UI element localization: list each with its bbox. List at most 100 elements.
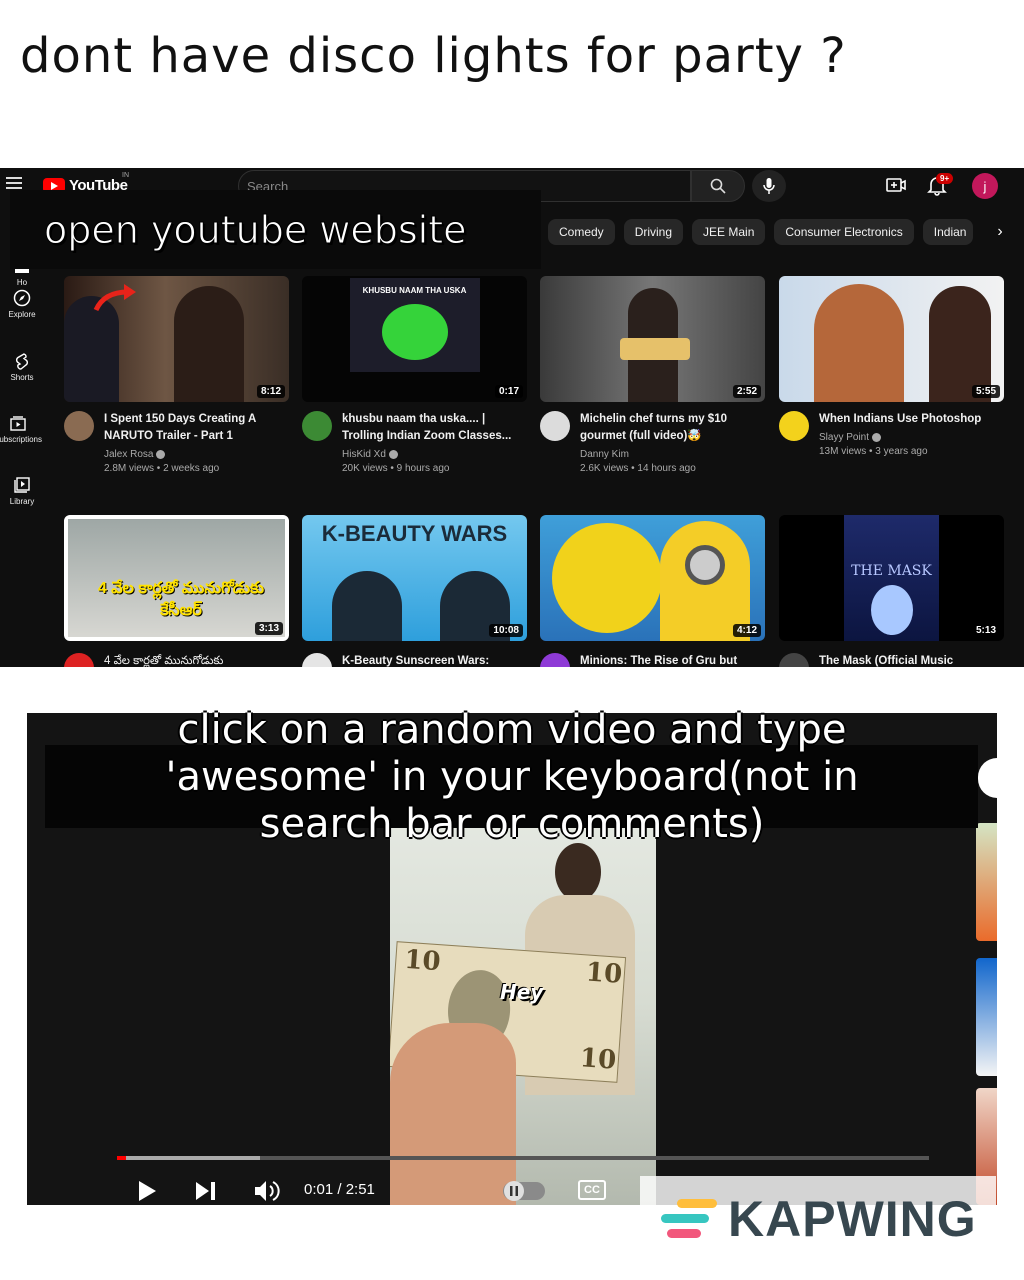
video-thumbnail[interactable]: KHUSBU NAAM THA USKA 0:17	[302, 276, 527, 402]
region-code: IN	[122, 172, 129, 179]
mask-graphic	[871, 585, 913, 635]
sidebar-label-explore: Explore	[8, 310, 36, 319]
compass-icon	[13, 289, 31, 307]
related-thumbnail[interactable]	[976, 958, 997, 1076]
video-card[interactable]: 4:12 Minions: The Rise of Gru but	[540, 515, 765, 667]
video-duration: 5:13	[971, 624, 1000, 637]
video-stats: 13M views • 3 years ago	[819, 446, 928, 457]
video-thumbnail[interactable]: 8:12	[64, 276, 289, 402]
channel-avatar[interactable]	[64, 411, 94, 441]
chip-consumer-electronics[interactable]: Consumer Electronics	[774, 219, 914, 245]
volume-icon[interactable]	[253, 1179, 281, 1203]
progress-bar[interactable]	[117, 1156, 929, 1160]
pause-icon	[510, 1186, 518, 1196]
captions-button[interactable]: CC	[578, 1180, 606, 1200]
step1-caption-box: open youtube website	[10, 190, 541, 269]
sidebar-item-library[interactable]: Library	[0, 476, 44, 506]
channel-name[interactable]: Danny Kim	[580, 449, 629, 460]
video-title[interactable]: 4 వేల కార్లతో మునుగోడుకు	[104, 653, 289, 667]
sidebar-item-explore[interactable]: Explore	[0, 289, 44, 319]
verified-icon	[388, 449, 398, 459]
verified-icon	[156, 449, 166, 459]
video-thumbnail[interactable]: 4:12	[540, 515, 765, 641]
next-video-icon[interactable]	[194, 1181, 218, 1201]
video-title[interactable]: khusbu naam tha uska.... | Trolling Indi…	[342, 411, 527, 445]
video-duration: 3:13	[254, 622, 283, 635]
sidebar-item-subscriptions[interactable]: Subscriptions	[0, 414, 48, 444]
channel-avatar[interactable]	[540, 653, 570, 667]
video-title[interactable]: When Indians Use Photoshop	[819, 411, 1004, 428]
autoplay-toggle-knob[interactable]	[504, 1181, 524, 1201]
person-graphic	[174, 286, 244, 402]
chip-indian[interactable]: Indian	[922, 219, 973, 245]
thumbnail-caption: THE MASK	[851, 563, 932, 579]
video-card[interactable]: K-BEAUTY WARS 10:08 K-Beauty Sunscreen W…	[302, 515, 527, 667]
minion-goggle-graphic	[685, 545, 725, 585]
red-arrow-icon	[93, 284, 136, 312]
channel-avatar[interactable]	[779, 653, 809, 667]
meme-title: dont have disco lights for party ?	[20, 28, 847, 84]
shorts-icon	[16, 353, 28, 370]
filter-chips: Comedy Driving JEE Main Consumer Electro…	[548, 219, 973, 245]
thumbnail-caption: K-BEAUTY WARS	[321, 521, 508, 546]
channel-avatar[interactable]	[540, 411, 570, 441]
channel-name[interactable]: Slayy Point	[819, 432, 869, 443]
video-duration: 4:12	[732, 624, 761, 637]
video-card[interactable]: 5:55 When Indians Use Photoshop Slayy Po…	[779, 276, 1004, 457]
muscular-man-graphic	[814, 284, 904, 402]
time-display: 0:01 / 2:51	[304, 1181, 375, 1198]
sidebar-item-shorts[interactable]: Shorts	[0, 352, 44, 382]
video-title[interactable]: K-Beauty Sunscreen Wars:	[342, 653, 527, 667]
play-icon[interactable]	[136, 1180, 158, 1202]
video-title[interactable]: The Mask (Official Music	[819, 653, 1004, 667]
video-thumbnail[interactable]: 4 వేల కార్లతో మునుగోడుకు కేసీఆర్ 3:13	[64, 515, 289, 641]
sidebar-label-subscriptions: Subscriptions	[0, 435, 43, 444]
search-button[interactable]	[691, 170, 745, 202]
chip-jee-main[interactable]: JEE Main	[692, 219, 766, 245]
voice-search-button[interactable]	[752, 170, 786, 202]
channel-avatar[interactable]	[302, 653, 332, 667]
channel-avatar[interactable]	[64, 653, 94, 667]
video-card[interactable]: 2:52 Michelin chef turns my $10 gourmet …	[540, 276, 765, 474]
menu-icon[interactable]	[6, 177, 22, 191]
video-title[interactable]: Minions: The Rise of Gru but	[580, 653, 765, 667]
video-title[interactable]: Michelin chef turns my $10 gourmet (full…	[580, 411, 765, 445]
video-thumbnail[interactable]: THE MASK 5:13	[779, 515, 1004, 641]
channel-avatar[interactable]	[779, 411, 809, 441]
video-duration: 0:17	[494, 385, 523, 398]
verified-icon	[872, 432, 882, 442]
account-avatar[interactable]: j	[972, 173, 998, 199]
video-title[interactable]: I Spent 150 Days Creating A NARUTO Trail…	[104, 411, 289, 445]
food-plate-graphic	[620, 338, 690, 360]
channel-name[interactable]: Jalex Rosa	[104, 449, 153, 460]
video-card[interactable]: KHUSBU NAAM THA USKA 0:17 khusbu naam th…	[302, 276, 527, 474]
video-thumbnail[interactable]: K-BEAUTY WARS 10:08	[302, 515, 527, 641]
video-card[interactable]: 8:12 I Spent 150 Days Creating A NARUTO …	[64, 276, 289, 474]
video-stats: 2.6K views • 14 hours ago	[580, 463, 696, 474]
channel-avatar[interactable]	[302, 411, 332, 441]
video-thumbnail[interactable]: 5:55	[779, 276, 1004, 402]
chevron-right-icon[interactable]: ›	[990, 223, 1010, 243]
notification-badge: 9+	[936, 173, 954, 184]
kapwing-logo-icon	[661, 1199, 717, 1238]
video-card[interactable]: 4 వేల కార్లతో మునుగోడుకు కేసీఆర్ 3:13 4 …	[64, 515, 289, 667]
video-duration: 8:12	[256, 385, 285, 398]
channel-name[interactable]: HisKid Xd	[342, 449, 386, 460]
video-card[interactable]: THE MASK 5:13 The Mask (Official Music	[779, 515, 1004, 667]
chip-driving[interactable]: Driving	[623, 219, 684, 245]
sidebar-label-shorts: Shorts	[10, 373, 34, 382]
progress-played	[117, 1156, 126, 1160]
alien-face-graphic	[382, 304, 448, 360]
progress-buffered	[117, 1156, 260, 1160]
sidebar-label-library: Library	[9, 497, 35, 506]
library-icon	[14, 477, 30, 493]
subscriptions-icon	[10, 416, 26, 431]
related-thumbnail[interactable]	[976, 823, 997, 941]
chip-comedy[interactable]: Comedy	[548, 219, 615, 245]
step2-caption: click on a random video and type 'awesom…	[165, 707, 859, 847]
create-video-icon[interactable]	[886, 176, 906, 194]
thumbnail-caption: 4 వేల కార్లతో మునుగోడుకు కేసీఆర్	[97, 580, 265, 619]
step1-caption: open youtube website	[44, 207, 468, 252]
video-caption: Hey	[500, 980, 544, 1004]
video-thumbnail[interactable]: 2:52	[540, 276, 765, 402]
